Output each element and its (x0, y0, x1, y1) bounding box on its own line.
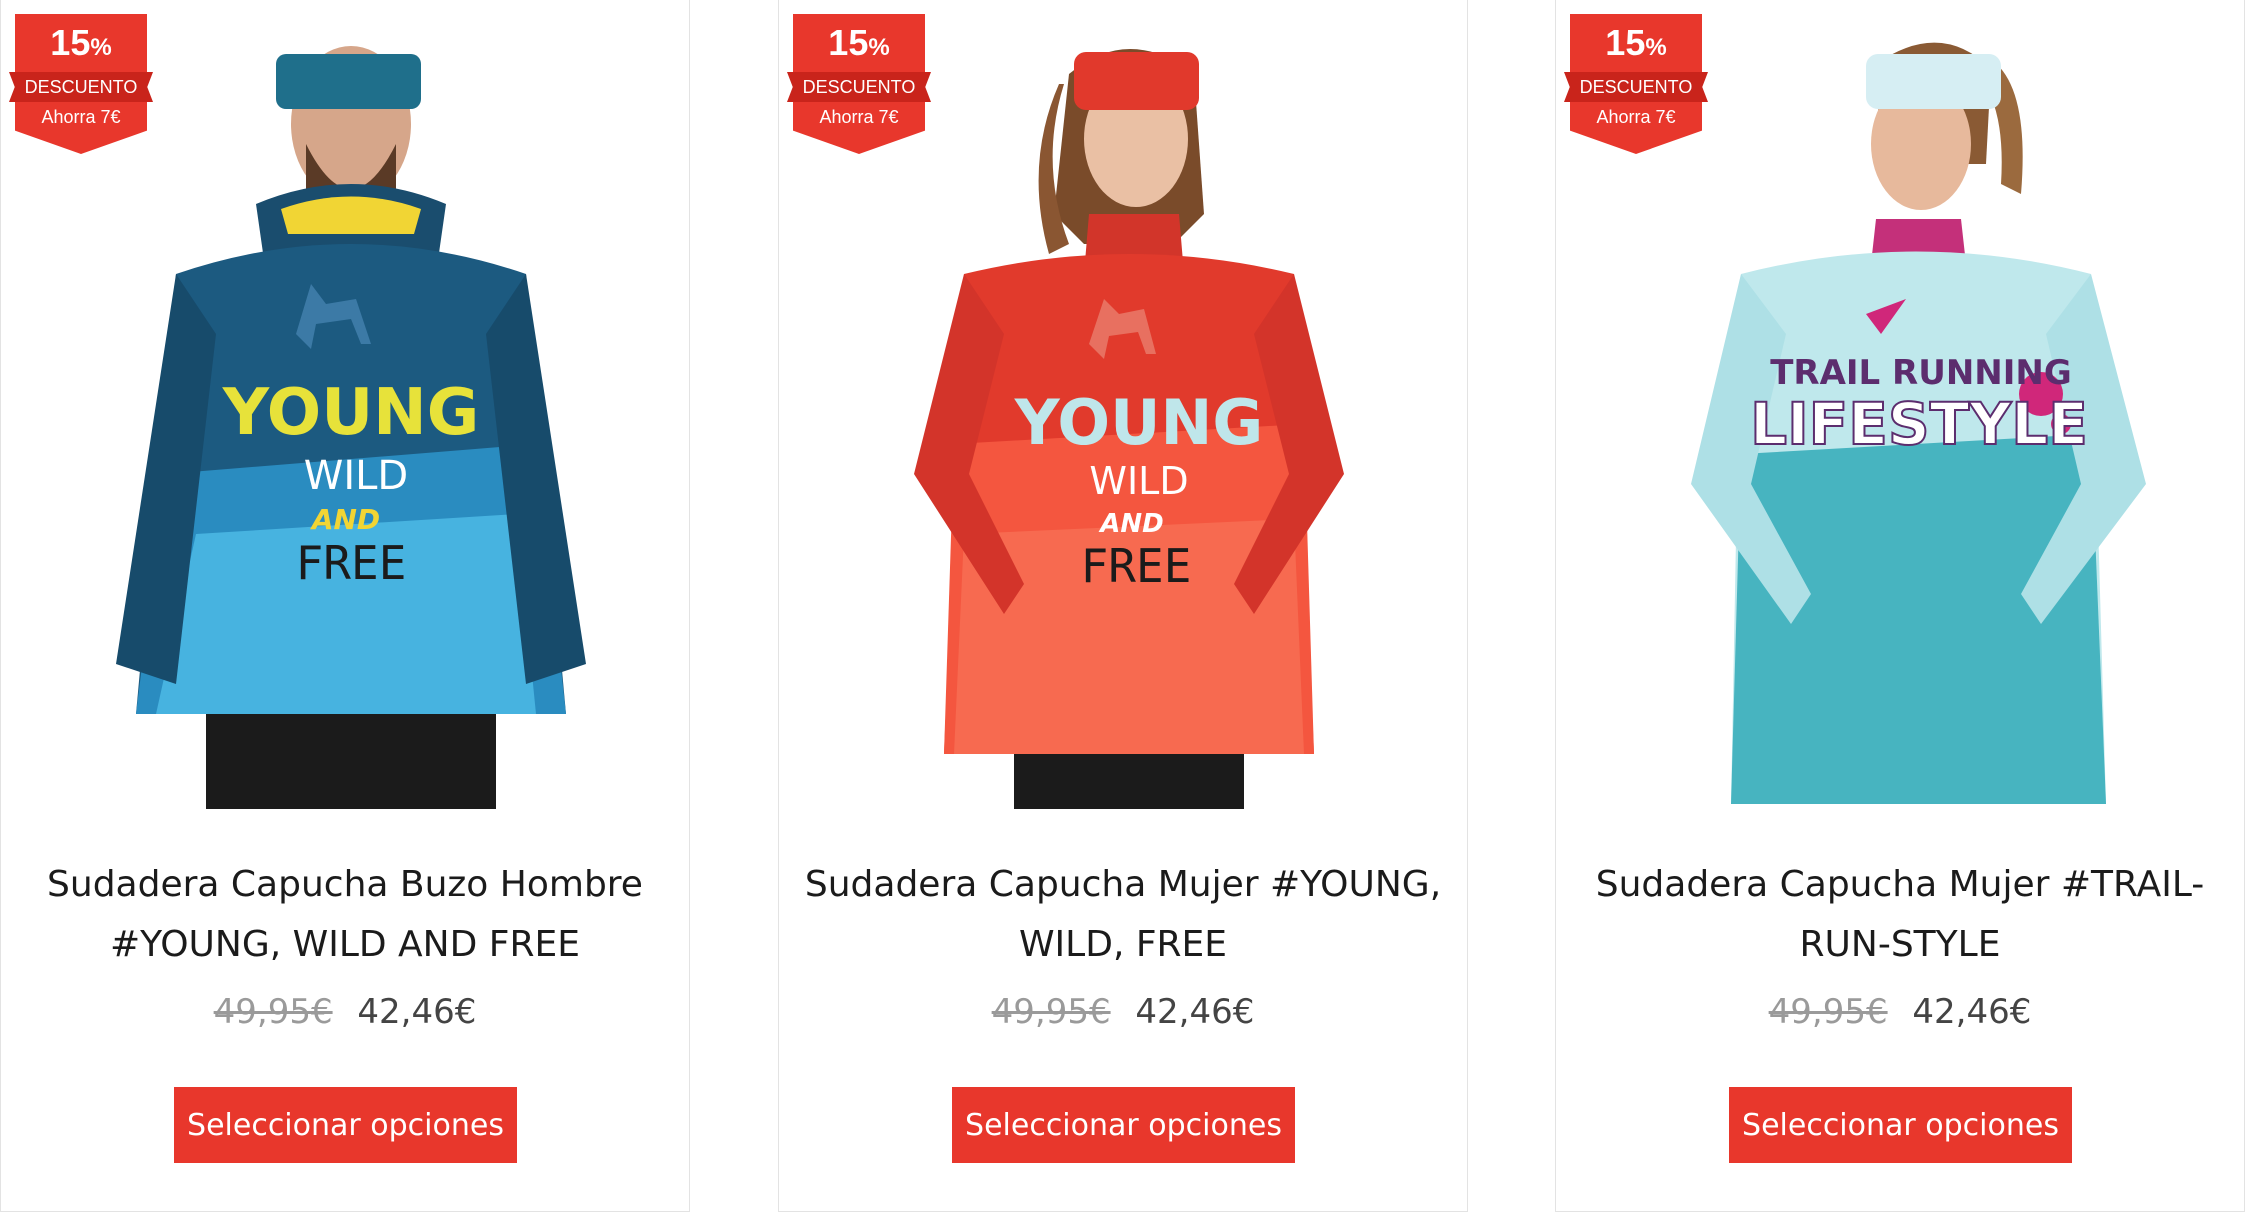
old-price: 49,95€ (991, 992, 1111, 1032)
product-title[interactable]: Sudadera Capucha Mujer #TRAIL- RUN-STYLE (1576, 855, 2224, 975)
svg-text:YOUNG: YOUNG (222, 376, 480, 450)
product-card: 15% DESCUENTO Ahorra 7€ (0, 0, 690, 1212)
discount-percent: 15% (793, 14, 925, 72)
price-row: 49,95€ 42,46€ (1556, 990, 2244, 1034)
svg-text:AND: AND (1098, 509, 1163, 539)
discount-percent: 15% (15, 14, 147, 72)
product-image[interactable]: YOUNG WILD AND FREE (96, 14, 596, 809)
sale-price: 42,46€ (1135, 992, 1255, 1032)
price-row: 49,95€ 42,46€ (1, 990, 689, 1034)
product-grid: 15% DESCUENTO Ahorra 7€ YOUNG WILD AND F… (0, 0, 2248, 1214)
product-card: 15% DESCUENTO Ahorra 7€ (778, 0, 1468, 1212)
svg-text:TRAIL RUNNING: TRAIL RUNNING (1770, 353, 2072, 393)
svg-text:WILD: WILD (1089, 459, 1188, 503)
svg-text:AND: AND (310, 503, 380, 536)
svg-text:YOUNG: YOUNG (1014, 386, 1264, 459)
svg-text:WILD: WILD (304, 453, 408, 499)
old-price: 49,95€ (1768, 992, 1888, 1032)
select-options-button[interactable]: Seleccionar opciones (952, 1087, 1295, 1163)
svg-text:LIFESTYLE: LIFESTYLE (1750, 390, 2088, 458)
discount-percent: 15% (1570, 14, 1702, 72)
product-title[interactable]: Sudadera Capucha Buzo Hombre #YOUNG, WIL… (21, 855, 669, 975)
svg-text:FREE: FREE (296, 536, 407, 590)
select-options-button[interactable]: Seleccionar opciones (174, 1087, 517, 1163)
discount-badge: 15% DESCUENTO Ahorra 7€ (787, 14, 931, 154)
product-image[interactable]: TRAIL RUNNING LIFESTYLE (1651, 14, 2151, 809)
hoodie-red-illustration: YOUNG WILD AND FREE (914, 49, 1344, 809)
discount-label: DESCUENTO (1564, 72, 1708, 102)
hoodie-blue-illustration: YOUNG WILD AND FREE (116, 46, 586, 809)
sale-price: 42,46€ (357, 992, 477, 1032)
product-image[interactable]: YOUNG WILD AND FREE (874, 14, 1374, 809)
select-options-button[interactable]: Seleccionar opciones (1729, 1087, 2072, 1163)
discount-badge: 15% DESCUENTO Ahorra 7€ (9, 14, 153, 154)
savings-label: Ahorra 7€ (1570, 102, 1702, 154)
hoodie-turquoise-illustration: TRAIL RUNNING LIFESTYLE (1691, 42, 2146, 804)
product-card: 15% DESCUENTO Ahorra 7€ (1555, 0, 2245, 1212)
sale-price: 42,46€ (1912, 992, 2032, 1032)
savings-label: Ahorra 7€ (15, 102, 147, 154)
discount-badge: 15% DESCUENTO Ahorra 7€ (1564, 14, 1708, 154)
discount-label: DESCUENTO (9, 72, 153, 102)
discount-label: DESCUENTO (787, 72, 931, 102)
product-title[interactable]: Sudadera Capucha Mujer #YOUNG, WILD, FRE… (799, 855, 1447, 975)
svg-text:FREE: FREE (1081, 539, 1192, 593)
price-row: 49,95€ 42,46€ (779, 990, 1467, 1034)
old-price: 49,95€ (213, 992, 333, 1032)
savings-label: Ahorra 7€ (793, 102, 925, 154)
